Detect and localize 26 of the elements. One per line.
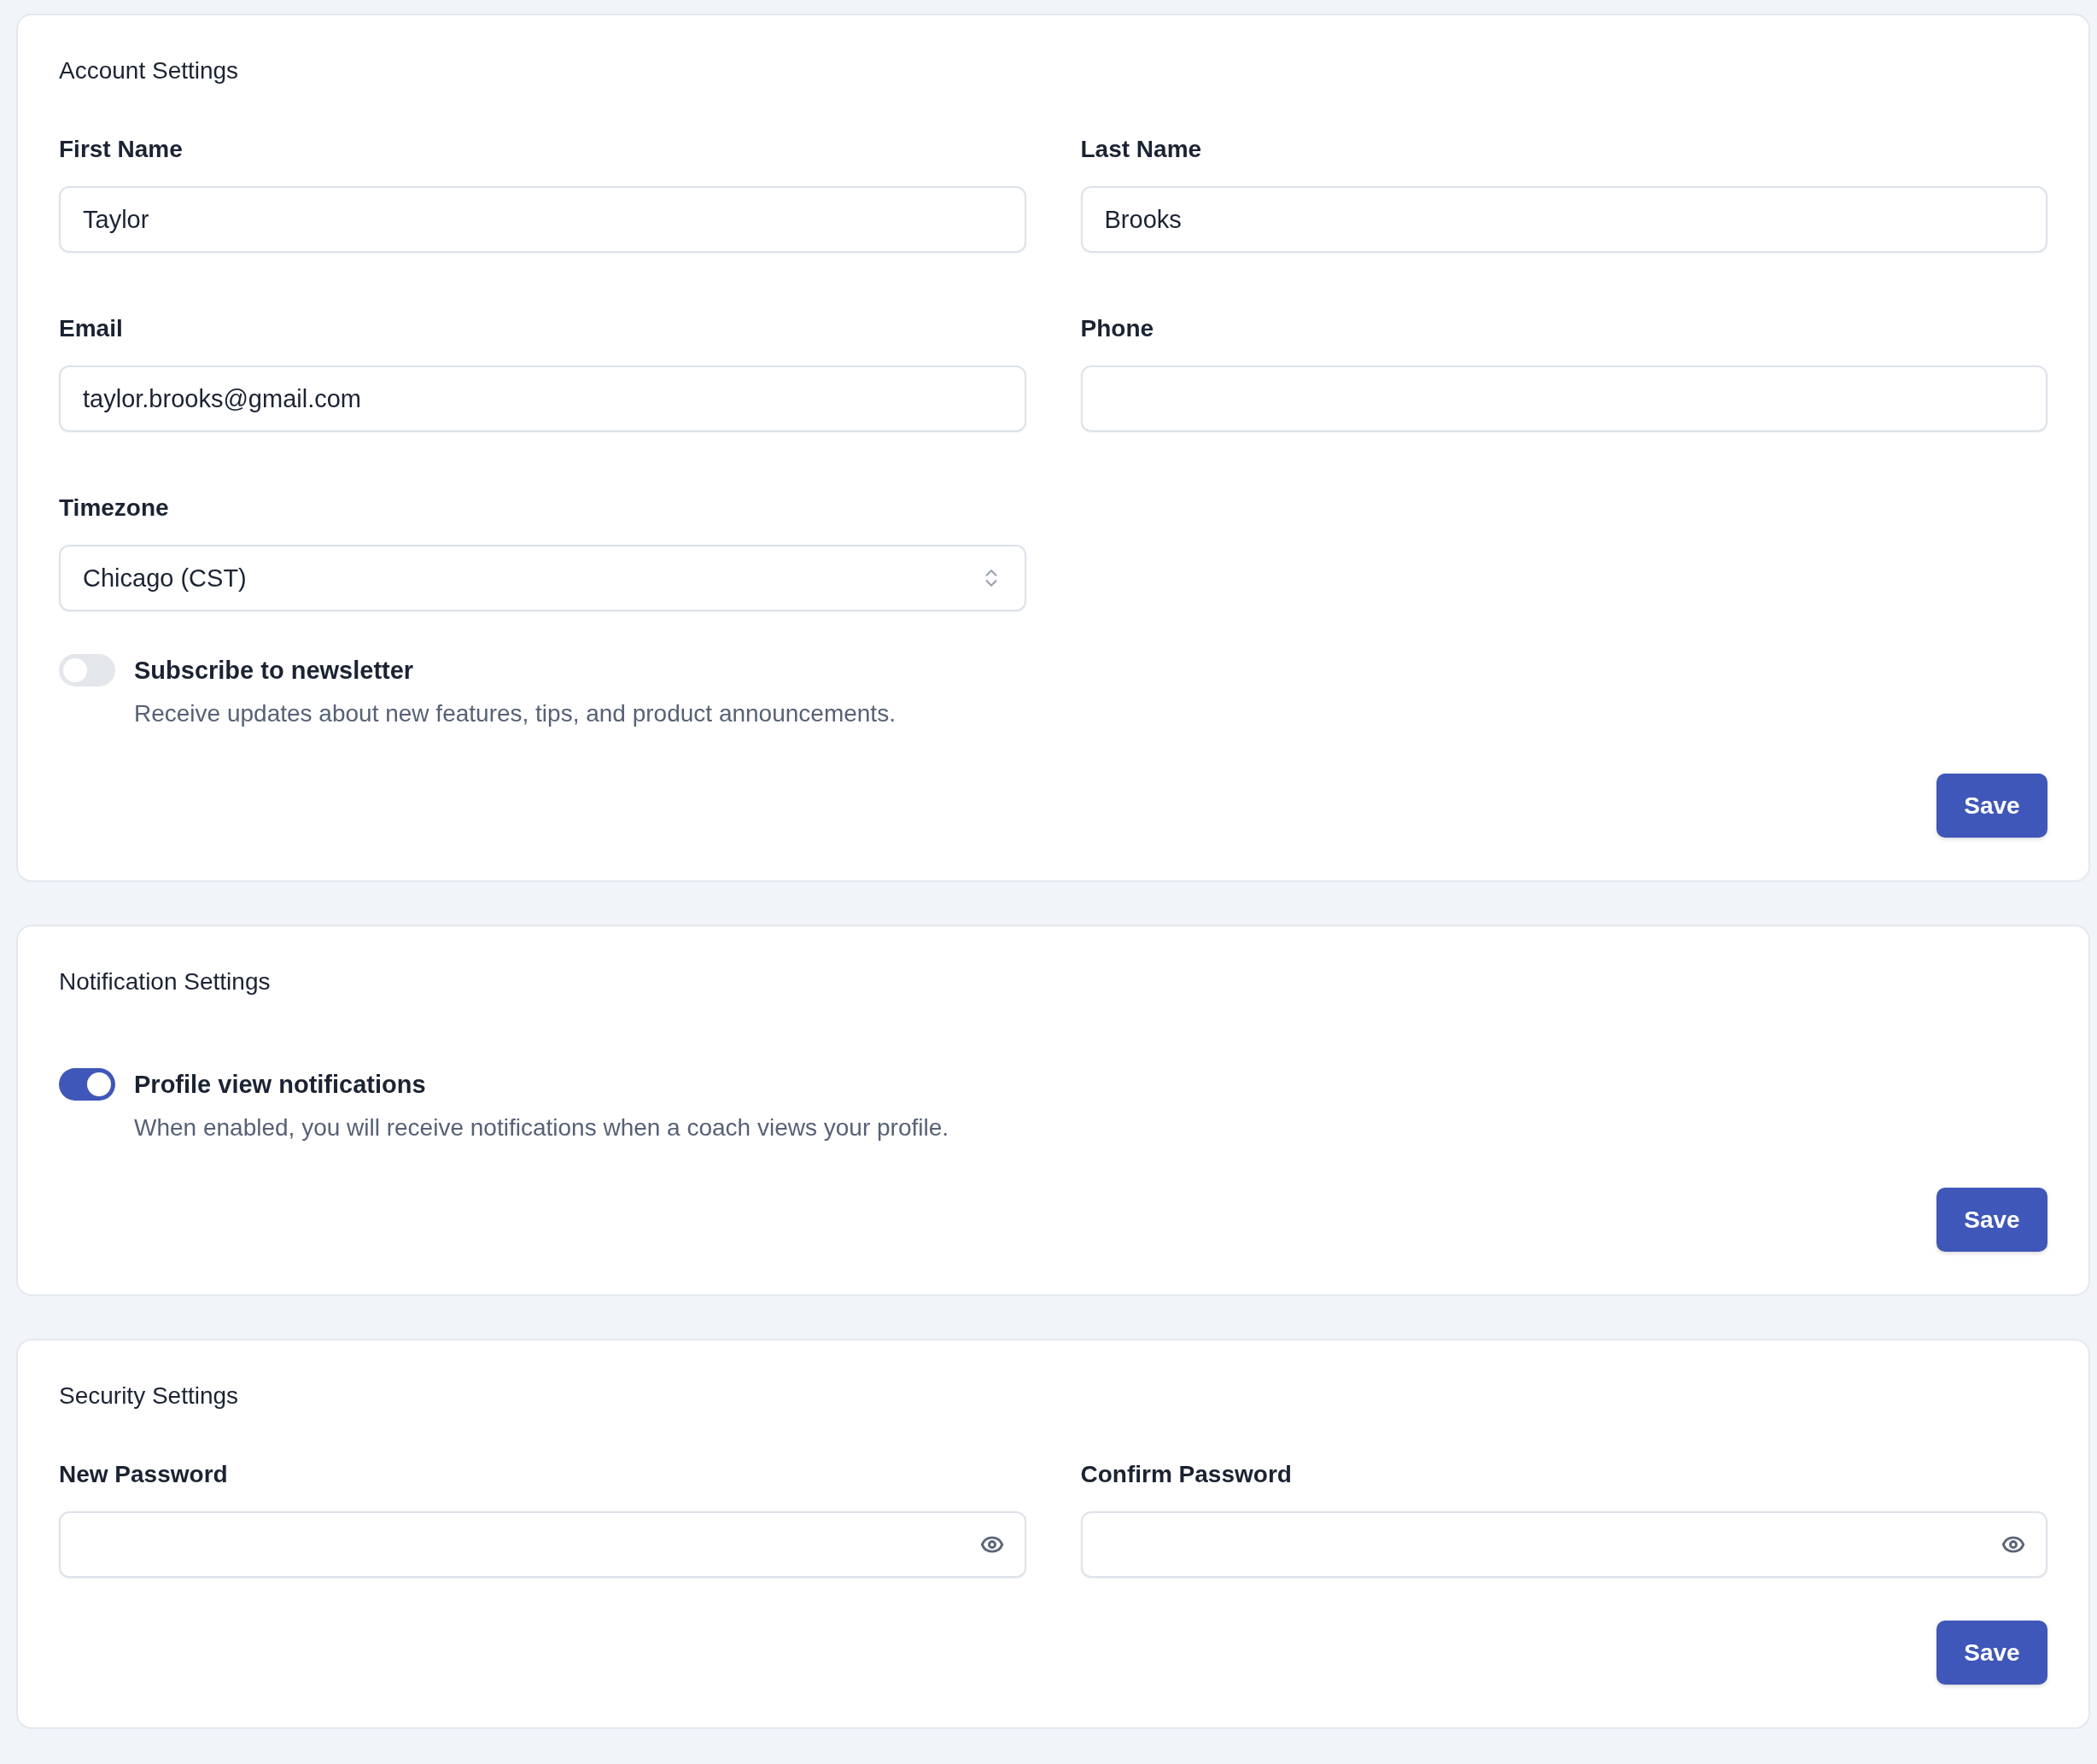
toggle-switch[interactable]: [59, 654, 115, 686]
field-label: Phone: [1080, 314, 1155, 343]
save-button[interactable]: Save: [1936, 774, 2047, 838]
toggle-label: Subscribe to newsletter: [134, 656, 415, 685]
save-button[interactable]: Save: [1936, 1621, 2047, 1685]
input-field[interactable]: taylor.brooks@gmail.com: [59, 365, 1026, 432]
section-title: Account Settings: [59, 56, 240, 85]
section-title: Notification Settings: [59, 967, 272, 996]
field-label: First Name: [59, 135, 184, 164]
section-title: Security Settings: [59, 1381, 240, 1411]
input-field[interactable]: Taylor: [59, 186, 1026, 253]
input-field[interactable]: [1080, 365, 2047, 432]
field-label: Confirm Password: [1080, 1460, 1293, 1489]
toggle-description: When enabled, you will receive notifications when a coach views your profile.: [134, 1113, 950, 1142]
toggle-description: Receive updates about new features, tips, and product announcements.: [134, 699, 897, 728]
field-label: Email: [59, 314, 124, 343]
field-label: New Password: [59, 1460, 229, 1489]
timezone-select[interactable]: Chicago (CST): [59, 545, 1026, 611]
field-label: Last Name: [1080, 135, 1203, 164]
password-field[interactable]: [59, 1511, 1026, 1578]
password-field[interactable]: [1080, 1511, 2047, 1578]
toggle-label: Profile view notifications: [134, 1070, 427, 1099]
input-field[interactable]: Brooks: [1080, 186, 2047, 253]
toggle-switch[interactable]: [59, 1068, 115, 1101]
field-label: Timezone: [59, 494, 170, 523]
save-button[interactable]: Save: [1936, 1188, 2047, 1252]
